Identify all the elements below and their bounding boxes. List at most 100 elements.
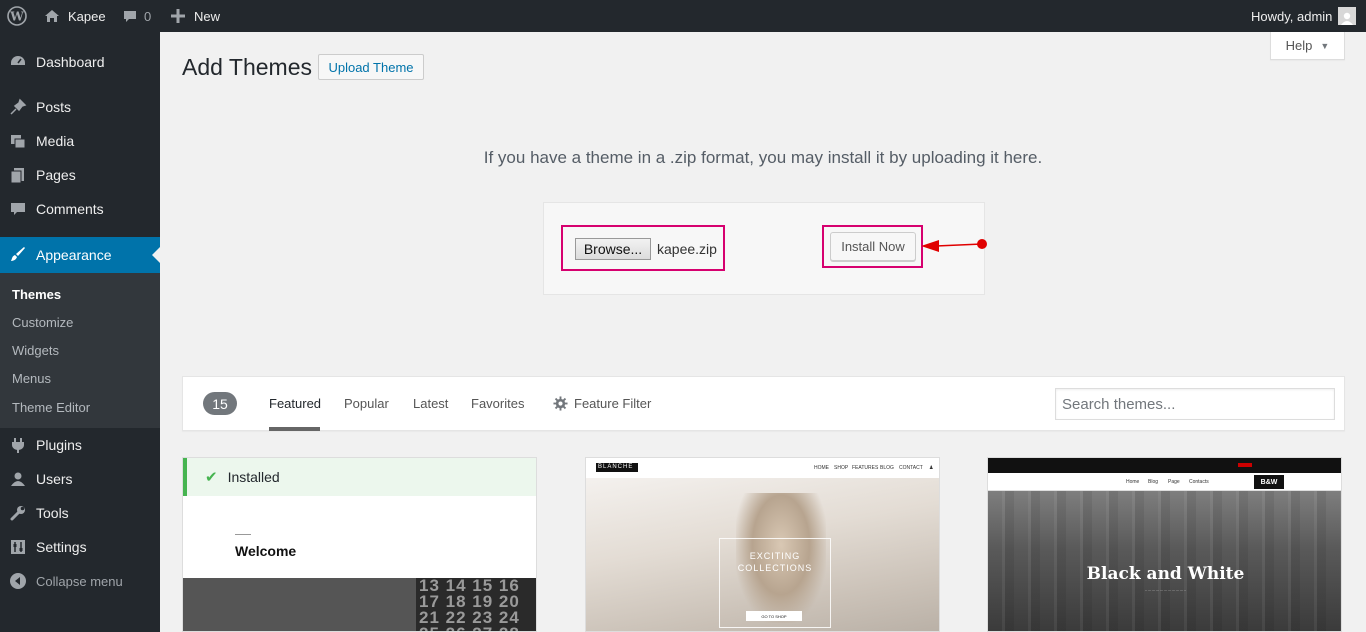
preview-nav-link: HOME bbox=[814, 465, 829, 471]
submenu-item-theme-editor[interactable]: Theme Editor bbox=[12, 400, 90, 415]
pin-icon bbox=[10, 98, 27, 115]
theme-preview-title: Black and White bbox=[1086, 564, 1245, 584]
comment-icon bbox=[11, 203, 25, 215]
new-label: New bbox=[194, 8, 221, 24]
settings-icon bbox=[11, 540, 25, 554]
theme-count-badge: 15 bbox=[203, 392, 237, 415]
sidebar-item-appearance[interactable]: Appearance bbox=[0, 237, 160, 273]
tab-popular[interactable]: Popular bbox=[344, 396, 389, 411]
sidebar-item-label: Pages bbox=[36, 167, 76, 183]
feature-filter-label: Feature Filter bbox=[574, 396, 652, 411]
cart-icon bbox=[1238, 463, 1252, 467]
theme-card-black-and-white[interactable]: Home Blog Page Contacts B&W Black and Wh… bbox=[987, 457, 1342, 632]
brush-icon bbox=[11, 247, 25, 261]
comments-link[interactable]: 0 bbox=[122, 0, 151, 32]
theme-preview-subtitle: ······························· bbox=[1144, 588, 1187, 593]
sidebar-item-pages[interactable]: Pages bbox=[0, 158, 160, 192]
feature-filter-button[interactable]: Feature Filter bbox=[553, 396, 651, 411]
help-label: Help bbox=[1285, 38, 1313, 53]
installed-notice: ✔ Installed bbox=[183, 458, 536, 496]
dashboard-icon bbox=[11, 56, 25, 65]
active-tab-indicator bbox=[269, 427, 320, 431]
sidebar-item-media[interactable]: Media bbox=[0, 124, 160, 158]
comment-bubble-icon bbox=[122, 8, 138, 24]
tab-latest[interactable]: Latest bbox=[413, 396, 448, 411]
theme-preview-caption: EXCITING COLLECTIONS bbox=[737, 551, 813, 573]
collapse-menu-label: Collapse menu bbox=[36, 573, 123, 589]
upload-theme-button[interactable]: Upload Theme bbox=[318, 54, 424, 80]
theme-preview-topbar bbox=[988, 458, 1341, 473]
sidebar-item-label: Settings bbox=[36, 539, 87, 555]
sidebar-item-plugins[interactable]: Plugins bbox=[0, 428, 160, 462]
sidebar-item-settings[interactable]: Settings bbox=[0, 530, 160, 564]
sidebar-item-label: Users bbox=[36, 471, 73, 487]
search-themes-input[interactable] bbox=[1055, 388, 1335, 420]
gear-icon bbox=[553, 396, 568, 411]
site-name: Kapee bbox=[68, 8, 106, 24]
theme-preview-nav: BLANCHE HOME SHOP FEATURES BLOG CONTACT … bbox=[586, 458, 939, 478]
tab-favorites[interactable]: Favorites bbox=[471, 396, 524, 411]
browse-file-button[interactable]: Browse... bbox=[575, 238, 651, 260]
pages-icon bbox=[10, 168, 24, 184]
plugin-icon bbox=[12, 438, 24, 453]
user-icon bbox=[11, 472, 25, 486]
theme-card-blanche[interactable]: BLANCHE HOME SHOP FEATURES BLOG CONTACT … bbox=[585, 457, 940, 632]
selected-file-name: kapee.zip bbox=[657, 241, 717, 257]
home-icon bbox=[44, 8, 60, 24]
theme-preview-image bbox=[988, 491, 1341, 631]
theme-preview-nav: Home Blog Page Contacts B&W bbox=[988, 473, 1341, 491]
sidebar-item-label: Dashboard bbox=[36, 54, 105, 70]
checkmark-icon: ✔ bbox=[205, 469, 218, 486]
divider bbox=[235, 534, 251, 535]
appearance-submenu: Themes Customize Widgets Menus Theme Edi… bbox=[0, 273, 160, 428]
help-tab-button[interactable]: Help ▼ bbox=[1270, 32, 1345, 60]
preview-nav-link: SHOP bbox=[834, 465, 849, 471]
preview-nav-link: BLOG bbox=[880, 465, 894, 471]
preview-nav-link: Contacts bbox=[1189, 479, 1209, 485]
theme-preview-calendar: 13 14 15 16 17 18 19 20 21 22 23 24 25 2… bbox=[416, 578, 536, 631]
theme-preview-logo: B&W bbox=[1254, 475, 1284, 489]
greeting: Howdy, admin bbox=[1251, 8, 1333, 24]
sidebar-item-label: Media bbox=[36, 133, 75, 149]
submenu-item-widgets[interactable]: Widgets bbox=[12, 343, 59, 358]
install-now-button[interactable]: Install Now bbox=[830, 232, 916, 261]
installed-label: Installed bbox=[227, 469, 280, 485]
sidebar-item-posts[interactable]: Posts bbox=[0, 90, 160, 124]
tab-featured[interactable]: Featured bbox=[269, 396, 321, 411]
svg-text:W: W bbox=[9, 10, 24, 24]
submenu-item-menus[interactable]: Menus bbox=[12, 371, 51, 386]
wordpress-logo-icon[interactable]: W bbox=[7, 0, 27, 32]
collapse-arrow-icon bbox=[10, 573, 26, 589]
preview-nav-link: CONTACT bbox=[899, 465, 923, 471]
caret-down-icon: ▼ bbox=[1320, 40, 1330, 51]
submenu-item-customize[interactable]: Customize bbox=[12, 315, 73, 330]
new-content-link[interactable]: New bbox=[171, 0, 220, 32]
theme-preview-button: GO TO SHOP bbox=[746, 611, 802, 621]
preview-nav-link: Page bbox=[1168, 479, 1180, 485]
user-icon: ♟ bbox=[929, 465, 934, 471]
account-menu[interactable]: Howdy, admin bbox=[1251, 0, 1357, 32]
preview-nav-link: FEATURES bbox=[852, 465, 879, 471]
sidebar-item-dashboard[interactable]: Dashboard bbox=[0, 45, 160, 79]
submenu-item-themes[interactable]: Themes bbox=[12, 287, 61, 302]
comments-count: 0 bbox=[144, 8, 152, 24]
sidebar-item-users[interactable]: Users bbox=[0, 462, 160, 496]
admin-bar: W Kapee 0 New Howdy, admin bbox=[0, 0, 1366, 32]
sidebar-item-label: Appearance bbox=[36, 247, 112, 263]
wrench-icon bbox=[10, 506, 25, 521]
avatar bbox=[1338, 7, 1357, 25]
theme-card-kapee[interactable]: ✔ Installed Welcome 13 14 15 16 17 18 19… bbox=[182, 457, 537, 632]
collapse-menu-button[interactable]: Collapse menu bbox=[0, 564, 160, 598]
theme-preview-welcome: Welcome bbox=[235, 543, 297, 559]
sidebar-item-tools[interactable]: Tools bbox=[0, 496, 160, 530]
sidebar-item-comments[interactable]: Comments bbox=[0, 192, 160, 226]
sidebar-item-label: Posts bbox=[36, 99, 72, 115]
sidebar-item-label: Tools bbox=[36, 505, 69, 521]
preview-nav-link: Home bbox=[1126, 479, 1140, 485]
preview-nav-link: Blog bbox=[1148, 479, 1159, 485]
annotation-arrow-icon bbox=[921, 239, 987, 252]
site-name-link[interactable]: Kapee bbox=[44, 0, 106, 32]
sidebar-item-label: Comments bbox=[36, 201, 104, 217]
plus-icon bbox=[171, 9, 185, 23]
admin-sidebar: Dashboard Posts Media Pages Comments App… bbox=[0, 32, 160, 632]
